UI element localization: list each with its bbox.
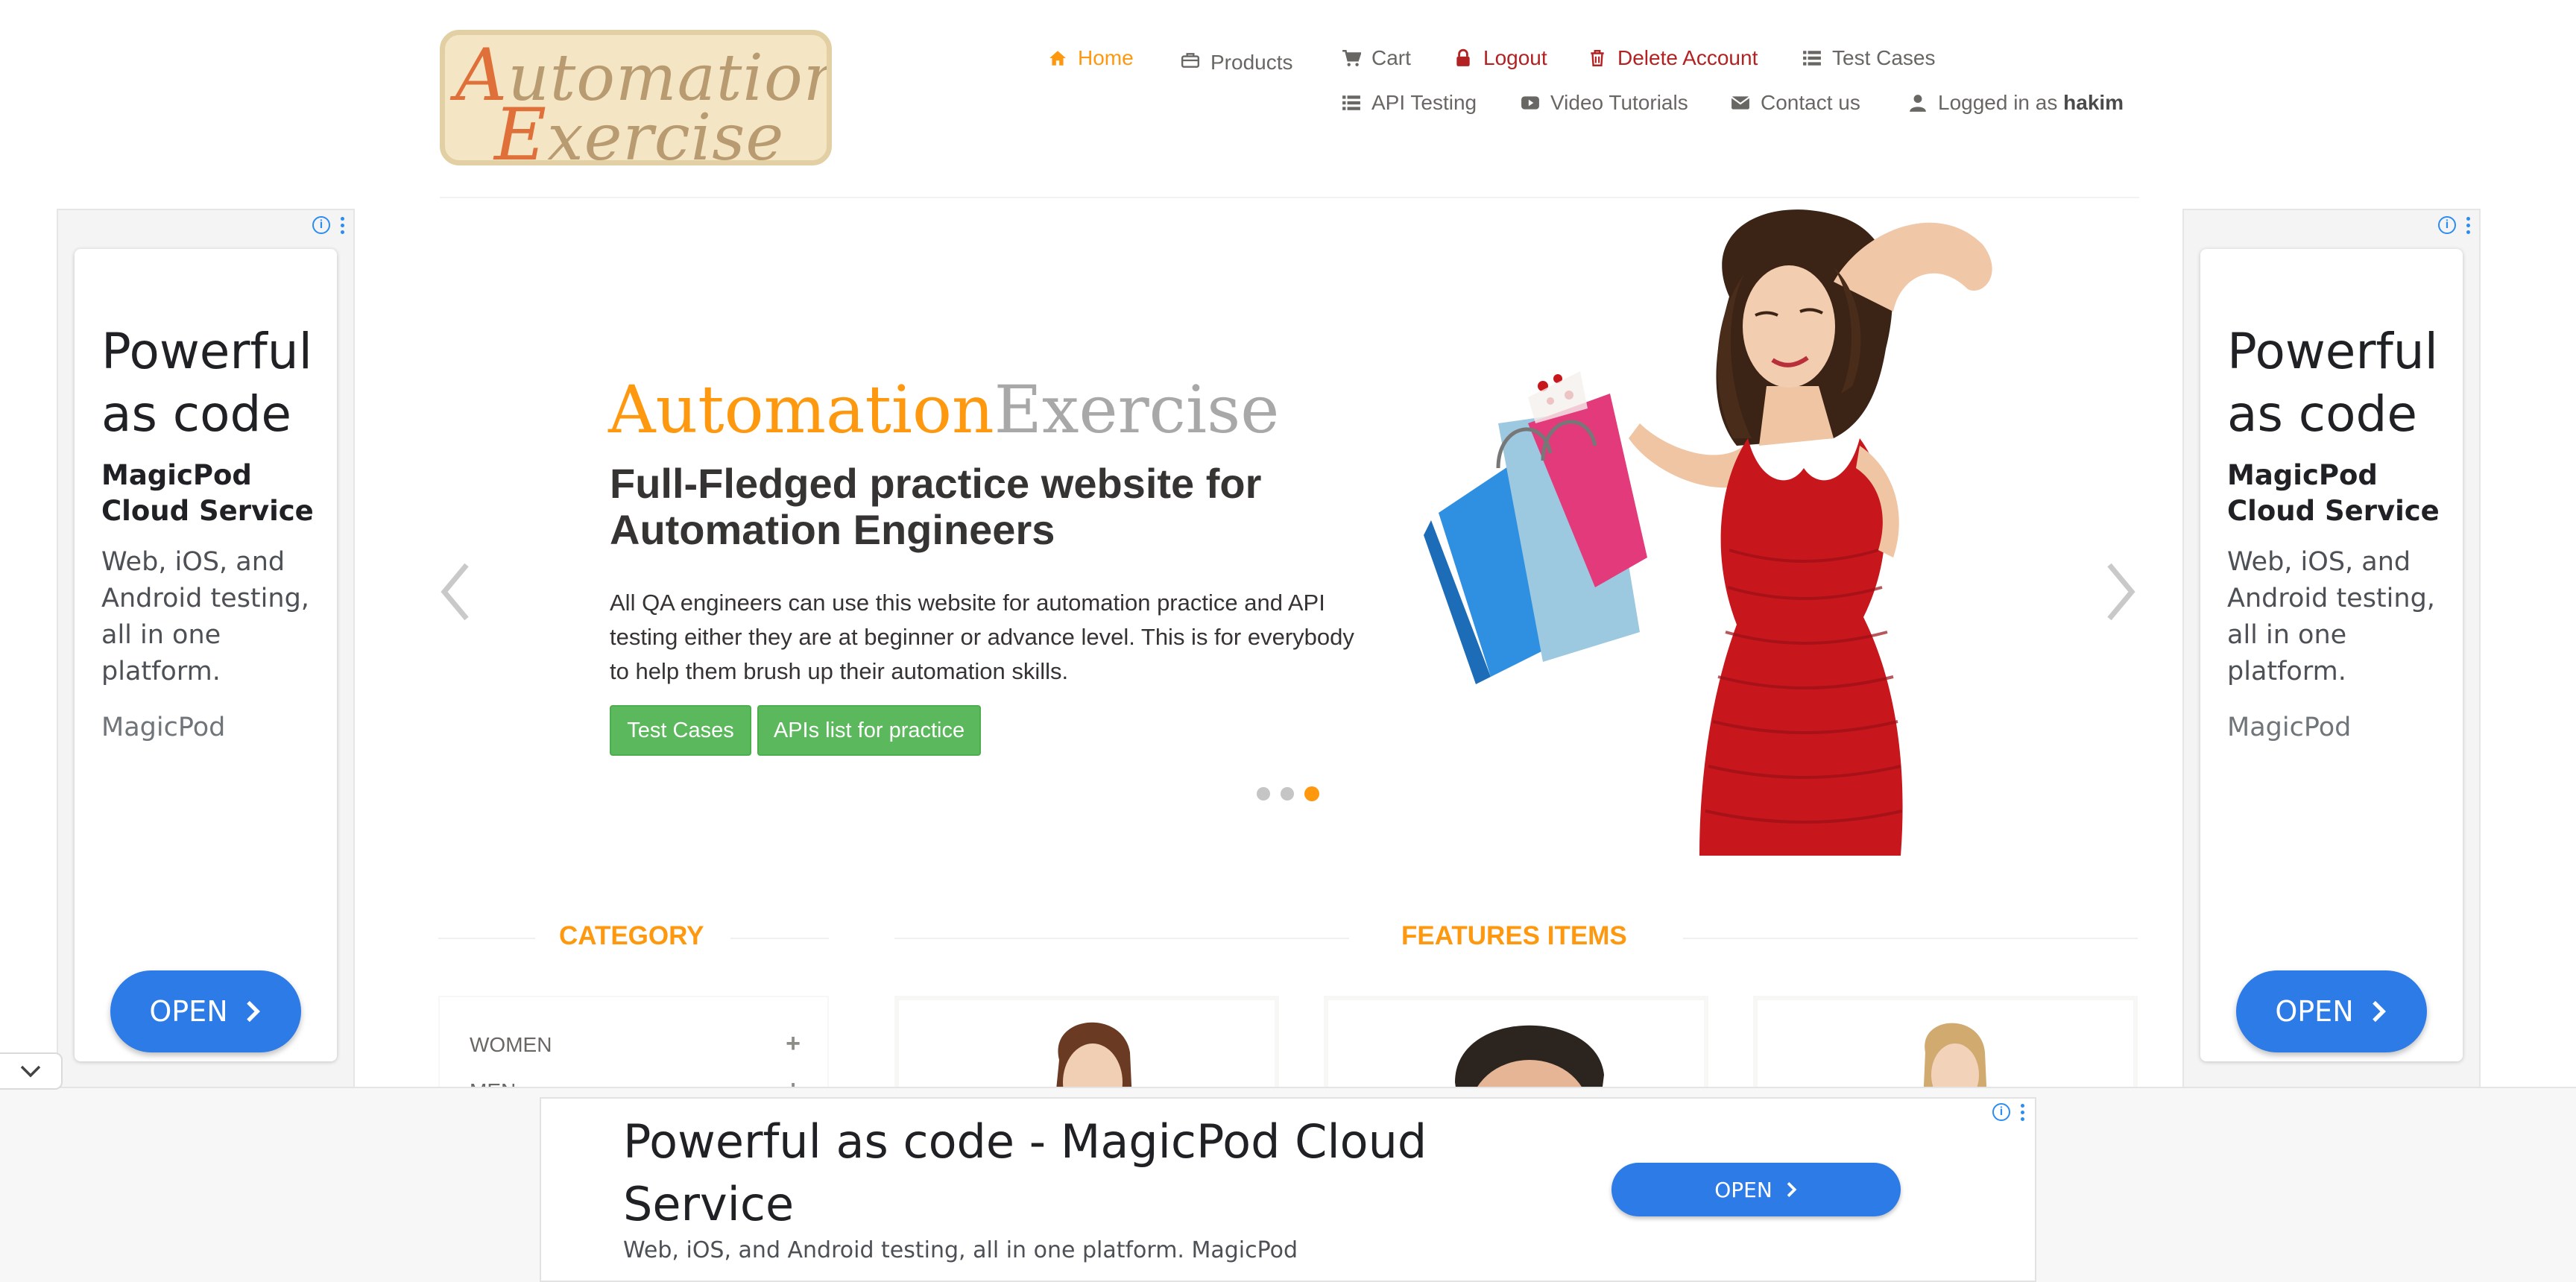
cart-icon [1342, 49, 1361, 66]
chevron-right-icon [2372, 1001, 2386, 1022]
ad-menu-icon[interactable] [2466, 216, 2470, 234]
category-title: CATEGORY [559, 921, 704, 950]
plus-icon[interactable]: + [786, 1031, 801, 1057]
ad-description: Web, iOS, and Android testing, all in on… [2227, 547, 2435, 686]
nav-home[interactable]: Home [1048, 46, 1134, 70]
ad-card[interactable]: Powerful as code MagicPod Cloud Service … [75, 249, 337, 1061]
right-side-ad[interactable]: i Powerful as code MagicPod Cloud Servic… [2182, 209, 2481, 1111]
ad-open-button[interactable]: OPEN [110, 970, 301, 1052]
ad-headline: Powerful as code [2227, 323, 2438, 443]
slider-title: AutomationExercise [608, 371, 1280, 448]
ad-info-icon[interactable]: i [312, 216, 330, 234]
lock-icon [1456, 48, 1470, 66]
category-rule-left [438, 938, 535, 939]
list-icon [1803, 51, 1821, 66]
bottom-ad-open-button[interactable]: OPEN [1611, 1163, 1901, 1216]
slider-prev-arrow[interactable] [437, 561, 474, 623]
slider-dot-active[interactable] [1304, 786, 1319, 801]
features-title: FEATURES ITEMS [1401, 921, 1627, 950]
nav-test-cases[interactable]: Test Cases [1802, 46, 1936, 70]
left-side-ad[interactable]: i Powerful as code MagicPod Cloud Servic… [57, 209, 355, 1111]
ad-product: MagicPod Cloud Service [2227, 459, 2440, 527]
nav-video-tutorials[interactable]: Video Tutorials [1521, 91, 1688, 115]
username: hakim [2063, 91, 2124, 114]
youtube-icon [1521, 96, 1539, 110]
main-nav: Home Products Cart Logout Delete Account… [0, 46, 2576, 75]
envelope-icon [1731, 96, 1750, 110]
nav-cart[interactable]: Cart [1342, 46, 1411, 70]
nav-api-testing[interactable]: API Testing [1342, 91, 1477, 115]
ad-info-icon[interactable]: i [1992, 1103, 2010, 1121]
ad-headline: Powerful as code [101, 323, 312, 443]
ad-expand-tab[interactable] [0, 1052, 63, 1090]
ad-brand: MagicPod [2227, 713, 2352, 742]
nav-contact-us[interactable]: Contact us [1731, 91, 1860, 115]
chevron-right-icon [1787, 1182, 1797, 1197]
slider-description: All QA engineers can use this website fo… [610, 590, 1354, 684]
slider-dot[interactable] [1281, 787, 1294, 801]
ad-description: Web, iOS, and Android testing, all in on… [101, 547, 309, 686]
hero-image [1424, 209, 1992, 856]
apis-list-button[interactable]: APIs list for practice [757, 705, 981, 756]
header-divider [440, 197, 2139, 198]
nav-logged-in: Logged in as hakim [1908, 91, 2124, 115]
chevron-down-icon [20, 1065, 41, 1078]
ad-card[interactable]: Powerful as code MagicPod Cloud Service … [2200, 249, 2463, 1061]
user-icon [1910, 95, 1926, 112]
bottom-ad-description: Web, iOS, and Android testing, all in on… [623, 1237, 1298, 1263]
bottom-ad-headline: Powerful as code - MagicPod Cloud Servic… [623, 1114, 1427, 1231]
slider-dot[interactable] [1257, 787, 1270, 801]
nav-products[interactable]: Products [1181, 46, 1293, 75]
ad-info-icon[interactable]: i [2438, 216, 2456, 234]
bottom-anchor-ad[interactable]: i Powerful as code - MagicPod Cloud Serv… [540, 1097, 2036, 1282]
slider-heading: Full-Fledged practice website for Automa… [610, 460, 1262, 553]
nav-logout[interactable]: Logout [1453, 46, 1547, 70]
ad-menu-icon[interactable] [341, 216, 344, 234]
nav-delete-account[interactable]: Delete Account [1588, 46, 1758, 70]
ad-open-button[interactable]: OPEN [2236, 970, 2427, 1052]
slider-indicators [1257, 786, 1319, 801]
home-icon [1049, 51, 1066, 66]
category-rule-right [730, 938, 829, 939]
briefcase-icon [1181, 53, 1200, 68]
list-icon [1342, 95, 1360, 110]
ad-brand: MagicPod [101, 713, 226, 742]
slider-next-arrow[interactable] [2102, 561, 2139, 623]
features-rule-right [1683, 938, 2138, 939]
test-cases-button[interactable]: Test Cases [610, 705, 751, 756]
secondary-nav: API Testing Video Tutorials Contact us L… [0, 91, 2576, 116]
chevron-right-icon [246, 1001, 260, 1022]
ad-menu-icon[interactable] [2021, 1103, 2024, 1121]
ad-product: MagicPod Cloud Service [101, 459, 314, 527]
category-item-women[interactable]: WOMEN + [470, 1031, 801, 1057]
trash-icon [1591, 50, 1604, 66]
features-rule-left [894, 938, 1349, 939]
